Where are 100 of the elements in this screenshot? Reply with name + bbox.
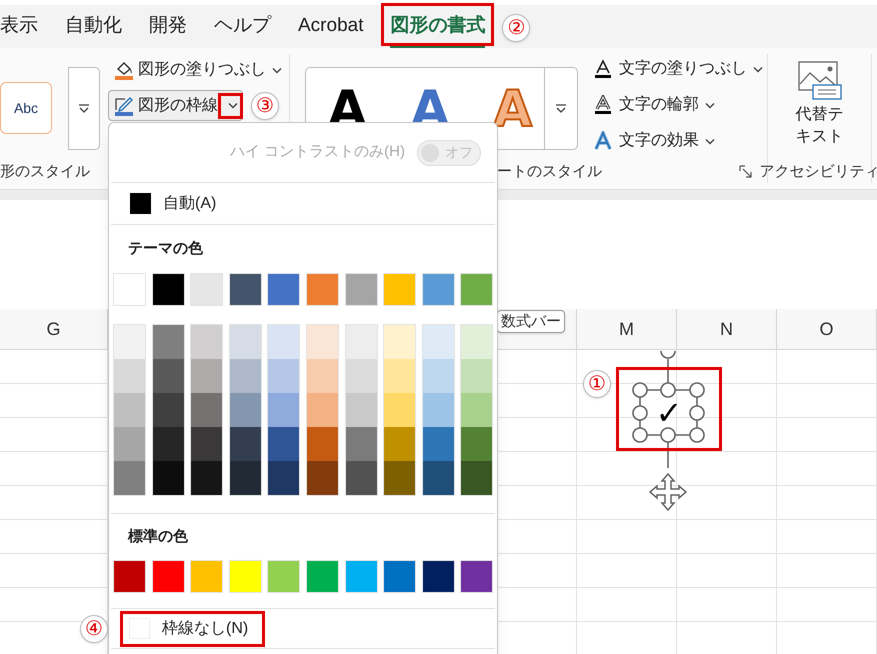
color-swatch[interactable] — [190, 560, 224, 593]
color-swatch[interactable] — [306, 461, 338, 495]
color-swatch[interactable] — [461, 461, 492, 495]
color-swatch[interactable] — [306, 273, 339, 306]
shape-style-thumbnail[interactable]: Abc — [0, 82, 52, 134]
color-swatch[interactable] — [306, 359, 338, 393]
color-swatch[interactable] — [384, 427, 416, 461]
chevron-icon — [705, 138, 715, 144]
color-swatch[interactable] — [460, 560, 494, 593]
color-swatch[interactable] — [191, 393, 222, 427]
color-swatch[interactable] — [191, 427, 222, 461]
shape-fill-button[interactable]: 図形の塗りつぶし — [108, 56, 288, 84]
color-swatch[interactable] — [114, 325, 145, 359]
color-swatch[interactable] — [152, 461, 184, 495]
color-swatch[interactable] — [384, 325, 416, 359]
automatic-color-item[interactable]: 自動(A) — [111, 183, 495, 225]
color-swatch[interactable] — [114, 393, 145, 427]
color-swatch[interactable] — [190, 273, 224, 306]
shape-text[interactable]: ✓ — [652, 395, 686, 431]
color-swatch[interactable] — [461, 325, 492, 359]
rotation-handle-icon[interactable] — [660, 350, 676, 359]
tooltip: 数式バー — [497, 310, 565, 333]
column-header[interactable]: N — [677, 309, 777, 350]
color-swatch[interactable] — [114, 359, 145, 393]
chevron-icon — [272, 66, 282, 74]
color-swatch[interactable] — [384, 359, 416, 393]
more-icon — [78, 104, 90, 114]
color-swatch[interactable] — [422, 393, 454, 427]
color-swatch[interactable] — [268, 359, 300, 393]
alt-text-button[interactable]: 代替テキスト — [792, 54, 846, 160]
color-swatch[interactable] — [230, 325, 261, 359]
color-swatch[interactable] — [114, 427, 145, 461]
ribbon-tab[interactable]: ヘルプ — [214, 5, 271, 48]
gallery-more-button[interactable] — [68, 67, 100, 150]
color-swatch[interactable] — [268, 325, 300, 359]
text-effects-icon — [593, 131, 613, 151]
color-swatch[interactable] — [152, 325, 184, 359]
color-swatch[interactable] — [268, 393, 300, 427]
color-swatch[interactable] — [268, 461, 300, 495]
color-swatch[interactable] — [306, 560, 339, 593]
color-swatch[interactable] — [461, 359, 492, 393]
text-format-button[interactable]: 文字の輪郭 — [593, 92, 763, 118]
color-swatch[interactable] — [422, 560, 455, 593]
text-outline-icon — [593, 95, 613, 115]
color-swatch[interactable] — [460, 273, 494, 306]
text-format-button[interactable]: 文字の塗りつぶし — [593, 56, 763, 82]
color-swatch[interactable] — [267, 273, 300, 306]
dialog-launcher-icon[interactable] — [739, 164, 753, 179]
color-swatch[interactable] — [152, 393, 184, 427]
color-swatch[interactable] — [346, 325, 377, 359]
column-header[interactable]: G — [0, 309, 108, 350]
color-swatch[interactable] — [346, 393, 377, 427]
color-swatch[interactable] — [422, 325, 454, 359]
color-swatch[interactable] — [152, 359, 184, 393]
color-swatch[interactable] — [384, 393, 416, 427]
color-swatch[interactable] — [228, 273, 262, 306]
callout-number: ① — [583, 370, 611, 398]
ribbon-tab[interactable]: 自動化 — [65, 5, 122, 48]
color-swatch[interactable] — [228, 560, 262, 593]
color-swatch[interactable] — [461, 427, 492, 461]
color-swatch[interactable] — [346, 427, 377, 461]
text-format-button[interactable]: 文字の効果 — [593, 128, 763, 154]
color-swatch[interactable] — [346, 461, 377, 495]
color-swatch[interactable] — [306, 393, 338, 427]
color-swatch[interactable] — [306, 427, 338, 461]
color-swatch[interactable] — [268, 427, 300, 461]
shape-outline-button[interactable]: 図形の枠線 — [108, 90, 243, 121]
color-swatch[interactable] — [230, 427, 261, 461]
color-swatch[interactable] — [191, 359, 222, 393]
color-swatch[interactable] — [191, 461, 222, 495]
paint-bucket-icon — [114, 60, 134, 80]
color-swatch[interactable] — [344, 273, 378, 306]
color-swatch[interactable] — [306, 325, 338, 359]
color-swatch[interactable] — [113, 560, 146, 593]
ribbon-tab[interactable]: 開発 — [149, 5, 187, 48]
color-swatch[interactable] — [230, 359, 261, 393]
color-swatch[interactable] — [346, 359, 377, 393]
color-swatch[interactable] — [384, 461, 416, 495]
color-swatch[interactable] — [152, 273, 185, 306]
color-swatch[interactable] — [230, 393, 261, 427]
color-swatch[interactable] — [422, 427, 454, 461]
ribbon-tab[interactable]: 表示 — [0, 5, 38, 48]
ribbon-tab[interactable]: Acrobat — [298, 5, 364, 48]
color-swatch[interactable] — [230, 461, 261, 495]
column-header[interactable]: M — [577, 309, 677, 350]
color-swatch[interactable] — [422, 359, 454, 393]
color-swatch[interactable] — [267, 560, 300, 593]
color-swatch[interactable] — [383, 273, 416, 306]
color-swatch[interactable] — [344, 560, 378, 593]
color-swatch[interactable] — [114, 461, 145, 495]
color-swatch[interactable] — [461, 393, 492, 427]
no-outline-item[interactable]: 枠線なし(N) — [120, 610, 248, 646]
color-swatch[interactable] — [422, 273, 455, 306]
color-swatch[interactable] — [152, 560, 185, 593]
color-swatch[interactable] — [191, 325, 222, 359]
color-swatch[interactable] — [152, 427, 184, 461]
color-swatch[interactable] — [113, 273, 146, 306]
color-swatch[interactable] — [383, 560, 416, 593]
color-swatch[interactable] — [422, 461, 454, 495]
column-header[interactable]: O — [777, 309, 877, 350]
